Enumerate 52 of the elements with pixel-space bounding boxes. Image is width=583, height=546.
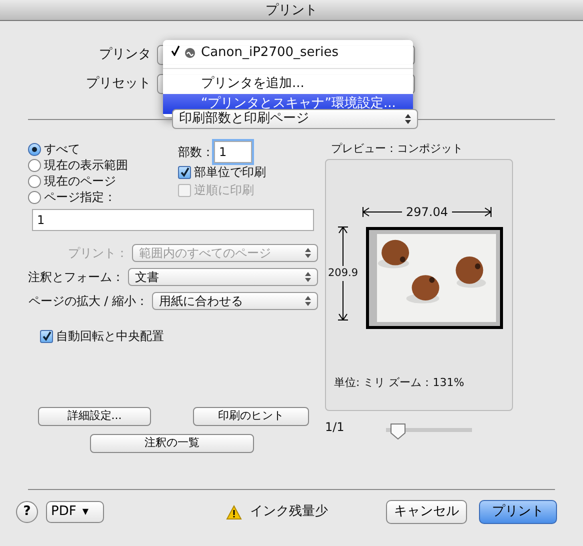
page-range-field[interactable]: 1 bbox=[32, 209, 314, 231]
arrow-icon bbox=[452, 206, 492, 218]
arrow-icon bbox=[337, 226, 350, 266]
checkbox[interactable] bbox=[40, 330, 53, 342]
pdf-button[interactable]: PDF ▼ bbox=[46, 501, 104, 523]
radio-label: すべて bbox=[44, 141, 80, 158]
details-button[interactable]: 詳細設定... bbox=[38, 407, 151, 426]
slider-thumb[interactable] bbox=[390, 422, 406, 440]
checkbox-label: 部単位で印刷 bbox=[194, 164, 266, 181]
check-icon bbox=[171, 45, 180, 56]
radio-button[interactable] bbox=[28, 158, 41, 172]
print-button[interactable]: プリント bbox=[479, 500, 557, 524]
warning-text: インク残量少 bbox=[250, 503, 328, 522]
help-button[interactable]: ? bbox=[16, 501, 38, 523]
annotations-button[interactable]: 注釈の一覧 bbox=[90, 434, 254, 453]
updown-icon bbox=[405, 113, 411, 125]
width-dimension: 297.04 bbox=[405, 204, 449, 220]
radio-button[interactable] bbox=[28, 142, 41, 156]
cancel-button[interactable]: キャンセル bbox=[386, 500, 467, 524]
checkbox-label: 自動回転と中央配置 bbox=[56, 328, 164, 345]
arrow-icon bbox=[362, 206, 402, 218]
radio-label: 現在のページ bbox=[44, 173, 116, 190]
popup-label: プリント： bbox=[68, 245, 129, 262]
copies-field[interactable]: 1 bbox=[214, 141, 252, 163]
section-popup[interactable]: 印刷部数と印刷ページ bbox=[172, 109, 418, 129]
radio-label: 現在の表示範囲 bbox=[44, 157, 128, 174]
height-dimension: 209.9 bbox=[328, 266, 358, 280]
preview-title: プレビュー：コンポジット bbox=[330, 141, 464, 157]
popup-label: ページの拡大 / 縮小： bbox=[28, 293, 149, 310]
window-title: プリント bbox=[0, 0, 583, 21]
radio-button[interactable] bbox=[28, 190, 41, 204]
arrow-icon bbox=[337, 281, 350, 322]
warning-icon bbox=[226, 504, 242, 520]
preset-label: プリセット bbox=[85, 74, 152, 93]
popup-button[interactable]: 文書 bbox=[128, 268, 318, 286]
radio-button[interactable] bbox=[28, 174, 41, 188]
popup-button[interactable]: 用紙に合わせる bbox=[152, 292, 318, 310]
menu-item[interactable]: Canon_iP2700_series bbox=[163, 43, 413, 63]
printer-label: プリンタ bbox=[98, 46, 152, 64]
radio-label: ページ指定： bbox=[44, 189, 116, 206]
updown-icon bbox=[305, 295, 311, 307]
menu-item[interactable]: プリンタを追加... bbox=[163, 74, 413, 94]
checkbox-label: 逆順に印刷 bbox=[194, 182, 254, 199]
preview-info: 単位: ミリ ズーム：131% bbox=[334, 374, 466, 390]
printer-status-icon bbox=[185, 48, 195, 58]
copies-label: 部数： bbox=[178, 144, 214, 161]
page-counter: 1/1 bbox=[325, 418, 344, 436]
updown-icon bbox=[305, 247, 311, 259]
updown-icon bbox=[305, 271, 311, 283]
checkbox[interactable] bbox=[178, 166, 191, 178]
hints-button[interactable]: 印刷のヒント bbox=[193, 407, 309, 426]
popup-label: 注釈とフォーム： bbox=[28, 269, 125, 286]
